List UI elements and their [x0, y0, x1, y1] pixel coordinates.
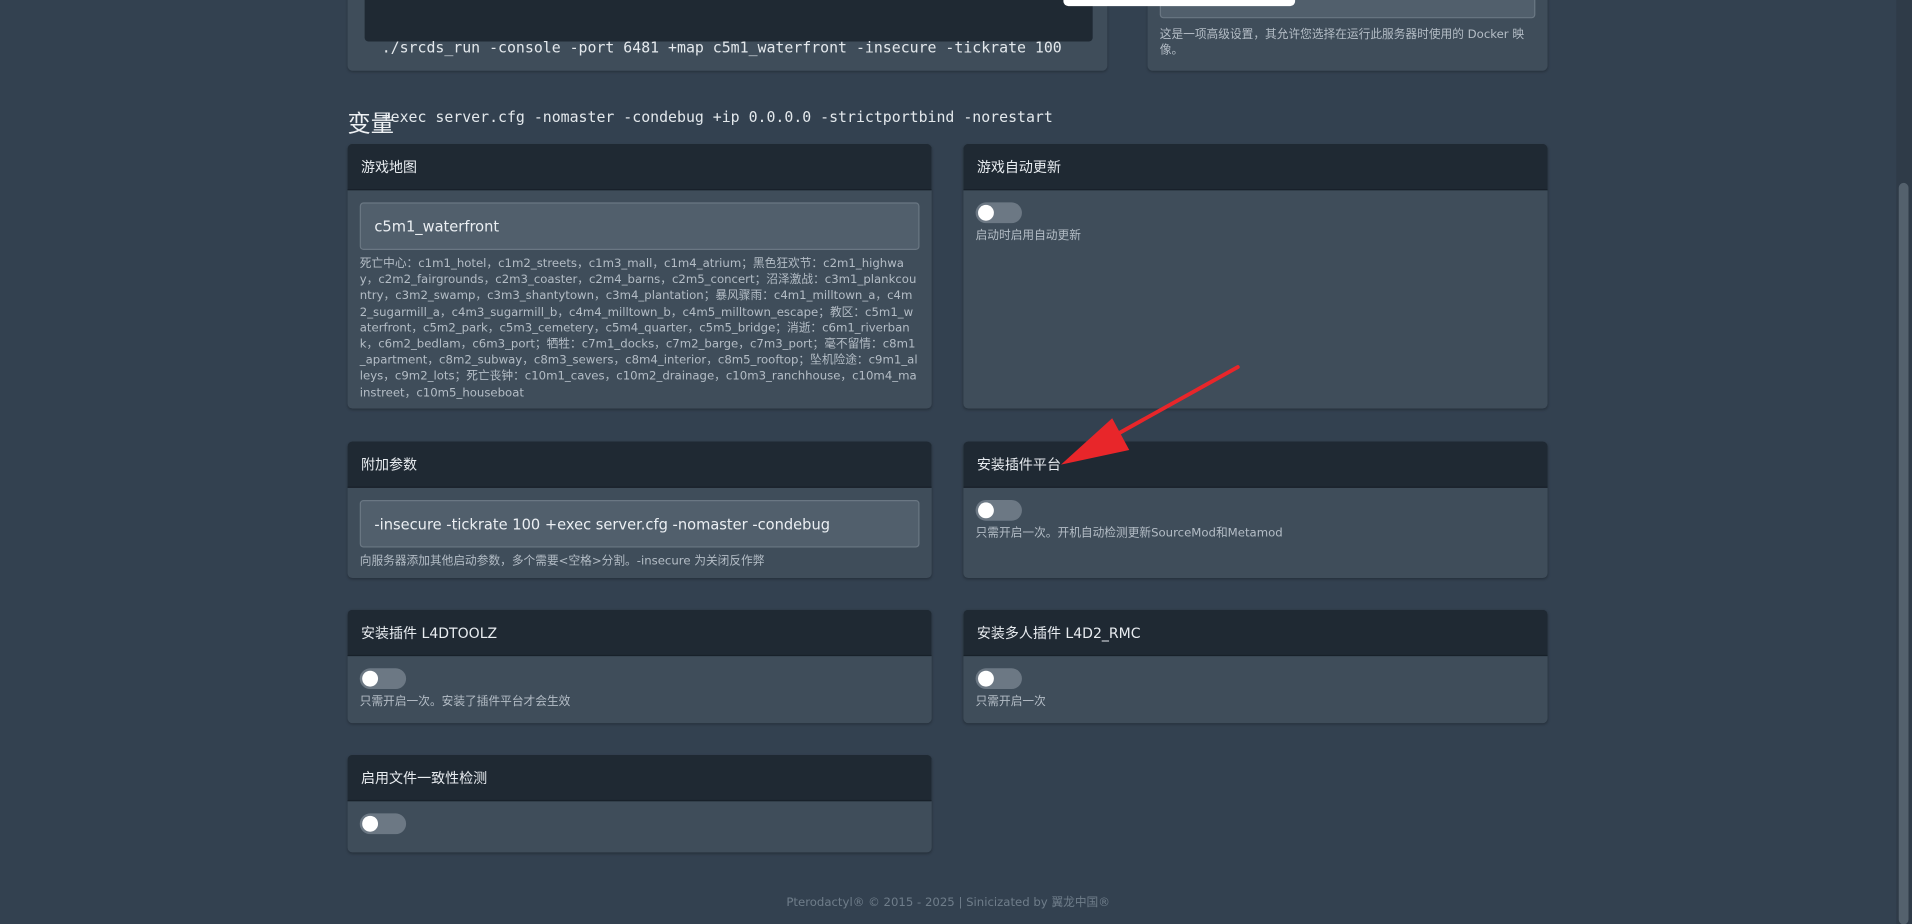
auto-update-help: 启动时启用自动更新 [975, 229, 1081, 243]
docker-image-help: 这是一项高级设置，其允许您选择在运行此服务器时使用的 Docker 映像。 [1159, 28, 1525, 58]
toggle-knob [978, 502, 994, 519]
l4dtoolz-toggle[interactable] [359, 668, 407, 690]
l4dtoolz-help: 只需开启一次。安装了插件平台才会生效 [359, 695, 571, 709]
scrollbar-thumb[interactable] [1898, 182, 1909, 924]
game-map-input[interactable] [359, 202, 920, 250]
toggle-knob [362, 670, 379, 687]
extra-args-help: 向服务器添加其他启动参数，多个需要<空格>分割。-insecure 为关闭反作弊 [359, 554, 765, 569]
l4dtoolz-panel: 安装插件 L4DTOOLZ 只需开启一次。安装了插件平台才会生效 [347, 609, 932, 724]
consistency-header: 启用文件一致性检测 [347, 754, 932, 802]
consistency-panel: 启用文件一致性检测 [347, 754, 932, 853]
toggle-knob [362, 815, 379, 832]
auto-update-toggle[interactable] [975, 202, 1022, 224]
toggle-knob [978, 670, 994, 687]
variables-section-title: 变量 [347, 110, 394, 138]
auto-update-header: 游戏自动更新 [963, 143, 1548, 191]
tooltip-fragment [1063, 0, 1296, 7]
rmc-header: 安装多人插件 L4D2_RMC [963, 609, 1548, 657]
rmc-toggle[interactable] [975, 668, 1022, 690]
toggle-knob [978, 204, 994, 221]
plugin-platform-help: 只需开启一次。开机自动检测更新SourceMod和Metamod [975, 526, 1283, 541]
game-map-header: 游戏地图 [347, 143, 932, 191]
l4dtoolz-header: 安装插件 L4DTOOLZ [347, 609, 932, 657]
page: ./srcds_run -console -port 6481 +map c5m… [0, 0, 1912, 924]
footer: Pterodactyl® © 2015 - 2025 | Sinicizated… [786, 896, 1110, 910]
startup-command-line-1: ./srcds_run -console -port 6481 +map c5m… [381, 39, 1062, 57]
extra-args-panel: 附加参数 向服务器添加其他启动参数，多个需要<空格>分割。-insecure 为… [347, 441, 932, 579]
docker-image-panel: 这是一项高级设置，其允许您选择在运行此服务器时使用的 Docker 映像。 [1147, 0, 1548, 71]
game-map-help: 死亡中心：c1m1_hotel，c1m2_streets，c1m3_mall，c… [359, 257, 918, 400]
consistency-toggle[interactable] [359, 813, 407, 835]
rmc-help: 只需开启一次 [975, 695, 1046, 709]
game-map-panel: 游戏地图 死亡中心：c1m1_hotel，c1m2_streets，c1m3_m… [347, 143, 932, 409]
annotation-arrow-icon [1060, 365, 1240, 465]
extra-args-input[interactable] [359, 499, 920, 548]
startup-command-line-2: +exec server.cfg -nomaster -condebug +ip… [381, 108, 1053, 126]
plugin-platform-toggle[interactable] [975, 499, 1022, 521]
rmc-panel: 安装多人插件 L4D2_RMC 只需开启一次 [963, 609, 1548, 724]
extra-args-header: 附加参数 [347, 441, 932, 488]
startup-command-box: ./srcds_run -console -port 6481 +map c5m… [364, 0, 1093, 126]
